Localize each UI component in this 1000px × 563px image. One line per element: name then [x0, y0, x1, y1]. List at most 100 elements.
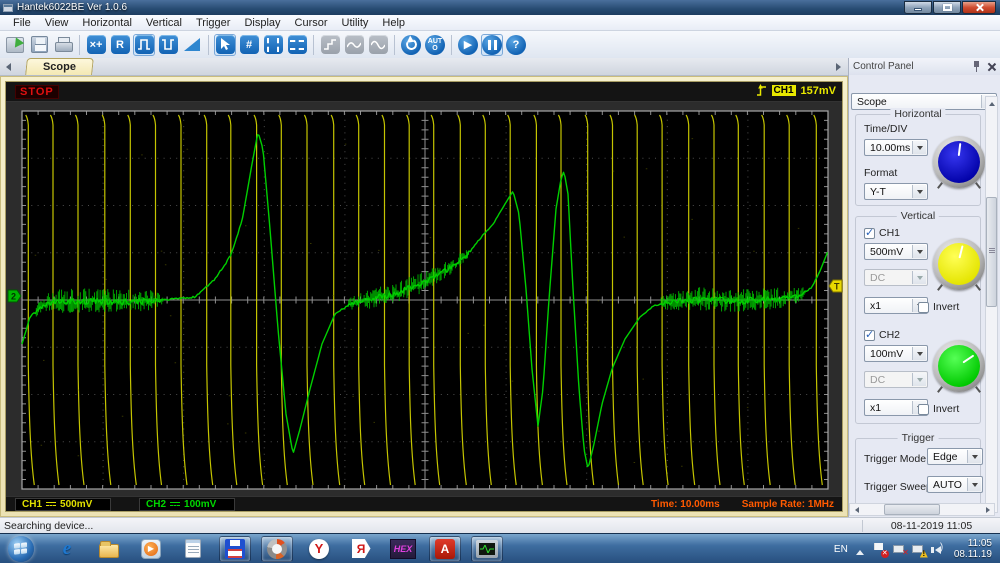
scroll-left-icon[interactable] [850, 504, 862, 515]
ch1-volts-select[interactable]: 500mV [864, 243, 928, 260]
autoset-button[interactable]: AUTO [424, 34, 446, 56]
panel-horizontal-scrollbar[interactable] [849, 503, 995, 516]
ch1-invert-checkbox[interactable]: Invert [918, 301, 959, 313]
reference-button[interactable]: R [109, 34, 131, 56]
select-cursor-button[interactable] [214, 34, 236, 56]
network-error-icon[interactable] [893, 543, 906, 556]
taskbar-media-player[interactable]: ▶ [135, 536, 167, 562]
smooth-wave-icon [345, 35, 364, 54]
menu-display[interactable]: Display [237, 16, 287, 30]
refresh-button[interactable] [400, 34, 422, 56]
horizontal-cursor-button[interactable] [286, 34, 308, 56]
ch2-volts-select[interactable]: 100mV [864, 345, 928, 362]
maximize-button[interactable] [933, 1, 961, 14]
open-button[interactable] [4, 34, 26, 56]
panel-vertical-scrollbar[interactable] [985, 96, 998, 513]
format-select[interactable]: Y-T [864, 183, 928, 200]
timebase-readout: Time: 10.00ms Sample Rate: 1MHz [651, 499, 834, 510]
print-icon [54, 37, 72, 52]
show-hidden-icons-button[interactable] [856, 546, 864, 555]
help-button[interactable]: ? [505, 34, 527, 56]
trigger-sweep-label: Trigger Sweep [864, 481, 932, 493]
save-button[interactable] [28, 34, 50, 56]
timediv-select[interactable]: 10.00ms [864, 139, 928, 156]
taskbar-ring-app[interactable] [261, 536, 293, 562]
scope-display[interactable]: 2T [6, 102, 844, 496]
tab-scroll-right-button[interactable] [834, 59, 846, 75]
system-tray: EN 11:05 08.11.19 [834, 534, 998, 563]
step-wave-button[interactable] [319, 34, 341, 56]
taskbar-adobe-reader[interactable]: A [429, 536, 461, 562]
trigger-sweep-select[interactable]: AUTO [927, 476, 983, 493]
vertical-scroll-thumb[interactable] [986, 197, 997, 307]
sine-wave-button[interactable] [367, 34, 389, 56]
taskbar-notepad[interactable] [177, 536, 209, 562]
ch1-enable-checkbox[interactable]: CH1 [864, 227, 900, 239]
vertical-cursor-button[interactable] [262, 34, 284, 56]
taskbar-yandex-browser[interactable]: Y [303, 536, 335, 562]
menu-vertical[interactable]: Vertical [139, 16, 189, 30]
tab-scroll-left-button[interactable] [0, 59, 12, 75]
pin-icon[interactable] [972, 61, 981, 72]
print-button[interactable] [52, 34, 74, 56]
language-indicator[interactable]: EN [834, 544, 848, 555]
panel-close-icon[interactable] [987, 62, 996, 71]
tray-date: 08.11.19 [954, 549, 992, 560]
start-button[interactable] [8, 536, 34, 562]
app-icon [3, 4, 13, 12]
taskbar-hantek-scope[interactable] [471, 536, 503, 562]
dc-coupling-icon [170, 502, 180, 507]
ch2-coupling-select[interactable]: DC [864, 371, 928, 388]
pause-button[interactable] [481, 34, 503, 56]
ch1-coupling-select[interactable]: DC [864, 269, 928, 286]
menu-trigger[interactable]: Trigger [189, 16, 237, 30]
menu-file[interactable]: File [6, 16, 38, 30]
horizontal-position-knob[interactable] [933, 136, 985, 188]
taskbar-internet-explorer[interactable]: e [51, 536, 83, 562]
minimize-button[interactable] [904, 1, 932, 14]
menu-horizontal[interactable]: Horizontal [75, 16, 139, 30]
ch2-enable-checkbox[interactable]: CH2 [864, 329, 900, 341]
horizontal-scroll-thumb[interactable] [884, 504, 940, 515]
scroll-right-icon[interactable] [982, 504, 994, 515]
tab-scope[interactable]: Scope [25, 58, 94, 75]
ch1-position-knob[interactable] [933, 238, 985, 290]
clock[interactable]: 11:05 08.11.19 [954, 538, 992, 560]
ch2-position-knob[interactable] [933, 340, 985, 392]
taskbar-yandex[interactable]: Я [345, 536, 377, 562]
sine-wave-icon [369, 35, 388, 54]
autoset-icon: AUTO [425, 35, 445, 55]
taskbar-hex-editor[interactable]: HEX [387, 536, 419, 562]
pulse-negative-button[interactable] [157, 34, 179, 56]
smooth-wave-button[interactable] [343, 34, 365, 56]
trigger-mode-select[interactable]: Edge [927, 448, 983, 465]
pulse-positive-button[interactable] [133, 34, 155, 56]
tray-time: 11:05 [954, 538, 992, 549]
menu-utility[interactable]: Utility [335, 16, 376, 30]
vertical-cursor-icon [264, 35, 283, 54]
ramp-button[interactable] [181, 34, 203, 56]
vertical-group-title: Vertical [897, 210, 939, 222]
scroll-up-icon[interactable] [986, 97, 997, 109]
scope-screen[interactable]: 2T [6, 102, 842, 496]
network-warning-icon[interactable] [912, 543, 925, 556]
ch2-invert-checkbox[interactable]: Invert [918, 403, 959, 415]
action-center-icon[interactable] [874, 543, 887, 556]
checkbox-icon [864, 228, 875, 239]
start-button[interactable]: ▶ [457, 34, 479, 56]
menu-help[interactable]: Help [375, 16, 412, 30]
adobe-reader-icon: A [435, 539, 455, 559]
trigger-group-title: Trigger [898, 432, 939, 444]
title-bar[interactable]: Hantek6022BE Ver 1.0.6 [0, 0, 1000, 15]
menu-cursor[interactable]: Cursor [288, 16, 335, 30]
tab-bar: Scope [0, 58, 848, 76]
taskbar-save-app[interactable] [219, 536, 251, 562]
taskbar-explorer[interactable] [93, 536, 125, 562]
status-datetime: 08-11-2019 11:05 [862, 520, 1000, 532]
math-button[interactable]: ×+ [85, 34, 107, 56]
menu-view[interactable]: View [38, 16, 76, 30]
chevron-down-icon [912, 245, 926, 258]
grid-button[interactable]: # [238, 34, 260, 56]
close-button[interactable] [962, 1, 996, 14]
volume-icon[interactable] [931, 543, 944, 556]
